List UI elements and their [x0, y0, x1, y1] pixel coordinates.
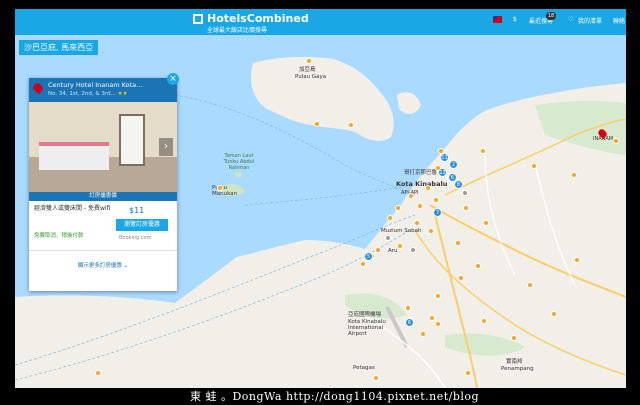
pulau-gaya-label: Pulau Gaya [295, 74, 327, 80]
more-offers-link[interactable]: 顯示更多訂房優惠 ⌄ [29, 261, 177, 269]
logo-tagline: 全球最大飯店比價搜尋 [207, 27, 268, 34]
cluster-pin[interactable]: 5 [364, 252, 373, 261]
hotel-marker[interactable] [429, 315, 435, 321]
hotel-marker[interactable] [463, 205, 469, 211]
map[interactable]: 沙巴亞庇, 馬來西亞 加亞島 Pulau Gaya Taman Laut Tun… [15, 35, 626, 388]
hotel-card: Century Hotel Inanam Kota... No. 34, 1st… [29, 78, 177, 291]
hotel-marker[interactable] [613, 138, 619, 144]
star-rating: ★★ [117, 91, 128, 97]
hotel-marker[interactable] [435, 293, 441, 299]
hotel-marker-unavailable[interactable] [462, 190, 468, 196]
hotel-marker[interactable] [425, 185, 431, 191]
penampang-label: Penampang [501, 366, 534, 372]
hotel-marker[interactable] [571, 172, 577, 178]
currency-selector[interactable]: $ [513, 16, 517, 23]
hotel-marker[interactable] [475, 263, 481, 269]
hotel-marker[interactable] [417, 203, 423, 209]
hotel-marker[interactable] [455, 240, 461, 246]
hotel-marker[interactable] [527, 282, 533, 288]
hotel-marker[interactable] [420, 331, 426, 337]
favorites-link[interactable]: 我的清單 [578, 16, 602, 25]
hotel-marker[interactable] [306, 58, 312, 64]
hotel-marker[interactable] [458, 275, 464, 281]
hotel-marker[interactable] [375, 247, 381, 253]
hotel-marker[interactable] [465, 370, 471, 376]
hotel-marker[interactable] [531, 163, 537, 169]
airport-cn-label: 亞庇國際機場 [348, 312, 382, 318]
hotel-marker[interactable] [405, 305, 411, 311]
hotel-marker[interactable] [95, 370, 101, 376]
room-type: 經濟雙人或雙床間 - 免費wifi [34, 205, 111, 212]
cluster-pin[interactable]: 2 [449, 160, 458, 169]
hotel-marker[interactable] [348, 122, 354, 128]
kota-kinabalu-label: Kota Kinabalu [396, 180, 448, 188]
penampang-cn-label: 實南邦 [506, 359, 523, 365]
hotel-marker[interactable] [435, 321, 441, 327]
recent-count-badge: 18 [546, 12, 556, 20]
gaya-island-label: 加亞島 [299, 67, 316, 73]
marine-park-label: Taman Laut Tunku Abdul Rahman [223, 153, 255, 171]
hotel-name[interactable]: Century Hotel Inanam Kota... [48, 81, 142, 89]
hotel-marker[interactable] [314, 121, 320, 127]
heart-icon[interactable]: ♡ [568, 16, 573, 23]
browser-frame: HotelsCombined 全球最大飯店比價搜尋 $ 最近搜尋 18 ♡ 我的… [15, 9, 626, 388]
chevron-right-icon[interactable]: › [159, 138, 173, 156]
logo-name: HotelsCombined [207, 12, 309, 25]
aru-label: Aru [388, 248, 398, 254]
reception-desk [39, 142, 109, 170]
price: $11 [129, 206, 145, 215]
free-cancellation-note: 免費取消、稍後付款 [34, 233, 84, 239]
flag-icon[interactable] [493, 16, 502, 25]
cluster-pin[interactable]: 7 [433, 208, 442, 217]
hotel-marker[interactable] [414, 220, 420, 226]
divider [29, 250, 177, 251]
hotel-marker[interactable] [511, 335, 517, 341]
watermark: 東 蛙 。DongWa http://dong1104.pixnet.net/b… [190, 390, 480, 403]
cluster-pin[interactable]: 8 [454, 180, 463, 189]
hotel-marker[interactable] [397, 243, 403, 249]
hotel-marker[interactable] [483, 220, 489, 226]
hotel-marker[interactable] [481, 318, 487, 324]
mamutik-island [234, 172, 242, 178]
gaya-island [250, 56, 394, 141]
hotel-marker[interactable] [408, 193, 414, 199]
hotel-marker[interactable] [574, 257, 580, 263]
hotel-marker[interactable] [373, 375, 379, 381]
hotel-marker-unavailable[interactable] [410, 247, 416, 253]
hotel-marker-unavailable[interactable] [385, 235, 391, 241]
muzium-label: Muzium Sabah [381, 228, 422, 234]
hotel-marker[interactable] [360, 261, 366, 267]
hotel-marker[interactable] [428, 228, 434, 234]
cluster-pin[interactable]: 11 [440, 153, 449, 162]
hotel-address: No. 34, 1st, 2nd, & 3rd... ★★ [48, 91, 127, 97]
hotel-marker[interactable] [433, 197, 439, 203]
logo-icon [193, 14, 203, 24]
view-deal-button[interactable]: 瀏覽訂房優惠 [116, 219, 168, 231]
door [119, 114, 145, 166]
contact-link[interactable]: 聯絡 [613, 16, 625, 25]
provider-name: Booking.com [119, 235, 152, 241]
city-cn-label: 哥打京那巴魯 [404, 170, 438, 176]
cluster-pin[interactable]: 13 [438, 168, 447, 177]
map-pin-icon [31, 81, 45, 95]
airport-label: Kota Kinabalu International Airport [348, 319, 386, 337]
sapi-island [397, 92, 421, 114]
hotel-card-header[interactable]: Century Hotel Inanam Kota... No. 34, 1st… [29, 78, 177, 102]
top-bar: HotelsCombined 全球最大飯店比價搜尋 $ 最近搜尋 18 ♡ 我的… [15, 9, 626, 35]
hotel-marker[interactable] [217, 185, 223, 191]
hotel-address-text: No. 34, 1st, 2nd, & 3rd... [48, 91, 116, 97]
close-icon[interactable]: × [167, 73, 179, 85]
cluster-pin[interactable]: 6 [405, 318, 414, 327]
petagas-label: Petagas [353, 365, 375, 371]
offer-header: 訂房優惠價 [29, 192, 177, 201]
hotel-marker[interactable] [551, 311, 557, 317]
more-offers-label: 顯示更多訂房優惠 [77, 263, 122, 269]
location-label: 沙巴亞庇, 馬來西亞 [19, 40, 99, 55]
hotel-marker[interactable] [387, 215, 393, 221]
hotel-marker[interactable] [395, 205, 401, 211]
hotel-photo[interactable]: › [29, 102, 177, 192]
hotel-marker[interactable] [480, 148, 486, 154]
chevron-down-icon: ⌄ [123, 263, 129, 269]
